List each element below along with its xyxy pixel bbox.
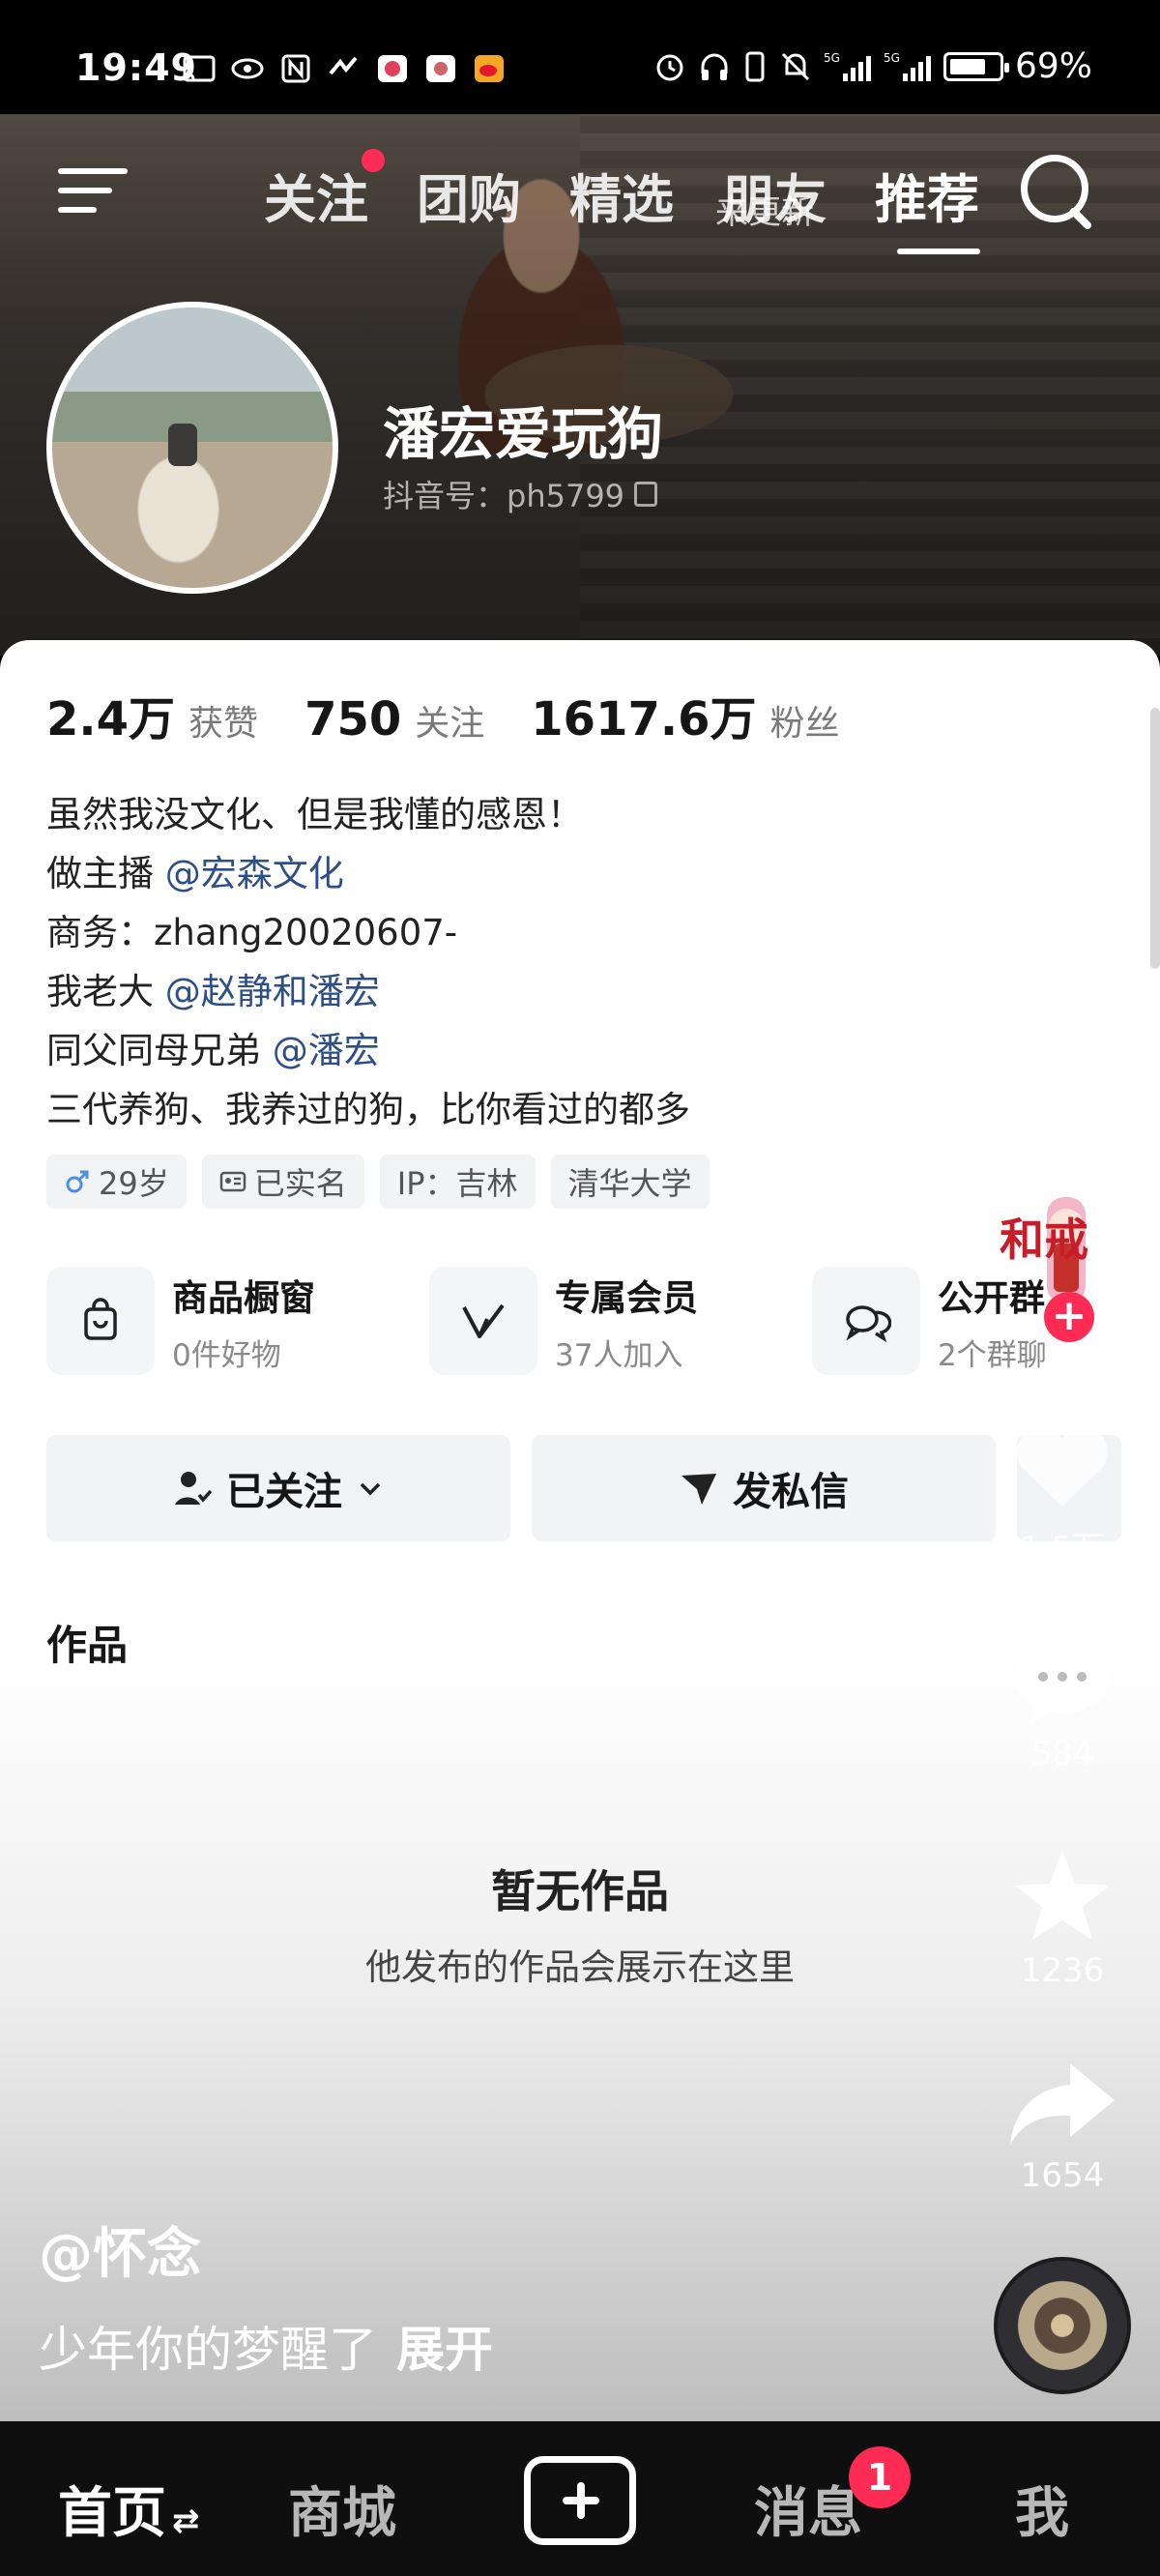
app-icon bbox=[378, 55, 407, 82]
nfc-icon bbox=[281, 54, 310, 83]
swap-icon: ⇄ bbox=[172, 2502, 200, 2540]
cast-icon bbox=[183, 55, 216, 82]
svg-text:5G: 5G bbox=[884, 51, 900, 65]
copy-icon[interactable] bbox=[634, 482, 658, 507]
bottom-nav: 首页 ⇄ 商城 消息 1 我 bbox=[0, 2421, 1160, 2576]
signal-5g-icon: 5G bbox=[884, 51, 931, 81]
create-plus-button[interactable] bbox=[524, 2456, 636, 2545]
profile-tags: 29岁 已实名 IP：吉林 清华大学 bbox=[46, 1155, 710, 1209]
works-tab-title[interactable]: 作品 bbox=[46, 1613, 128, 1672]
status-bar: 19:49 5G 5G 69% bbox=[0, 0, 1160, 114]
alarm-icon bbox=[656, 54, 683, 80]
top-nav: 关注 团购 精选 朋友 推荐 来更新 bbox=[0, 135, 1160, 254]
status-right-icons: 5G 5G 69% bbox=[653, 46, 1092, 86]
signal-5g-icon: 5G bbox=[824, 51, 871, 81]
star-icon bbox=[1015, 1851, 1110, 1940]
profile-features: 商品橱窗 0件好物 专属会员 37人加入 公开群 2个群聊 bbox=[46, 1267, 1141, 1375]
profile-card: 2.4万 获赞 750 关注 1617.6万 粉丝 虽然我没文化、但是我懂的感恩… bbox=[0, 640, 1160, 2421]
profile-avatar[interactable] bbox=[46, 302, 338, 594]
menu-icon[interactable] bbox=[56, 155, 133, 232]
share-button[interactable]: 1654 bbox=[1000, 2060, 1125, 2195]
nav-mall[interactable]: 商城 bbox=[288, 2470, 396, 2548]
tag-school[interactable]: 清华大学 bbox=[550, 1155, 710, 1209]
feed-tabs: 关注 团购 精选 朋友 推荐 bbox=[240, 149, 1003, 254]
nav-messages[interactable]: 消息 bbox=[754, 2470, 862, 2548]
wave-icon bbox=[329, 56, 358, 75]
shopping-bag-icon bbox=[84, 1298, 117, 1340]
share-arrow-icon bbox=[1010, 2064, 1115, 2145]
paper-plane-icon bbox=[682, 1474, 716, 1505]
douyin-id-text: 抖音号：ph5799 bbox=[383, 478, 625, 514]
tab-following[interactable]: 关注 bbox=[240, 149, 392, 233]
empty-works-subtitle: 他发布的作品会展示在这里 bbox=[365, 1947, 795, 1988]
svg-text:5G: 5G bbox=[824, 51, 840, 65]
battery-icon bbox=[942, 51, 1009, 81]
video-caption: 少年你的梦醒了 展开 bbox=[39, 2322, 493, 2378]
profile-stats: 2.4万 获赞 750 关注 1617.6万 粉丝 bbox=[46, 681, 886, 748]
chevron-down-icon bbox=[360, 1482, 381, 1496]
expand-button[interactable]: 展开 bbox=[396, 2322, 493, 2378]
tab-featured[interactable]: 精选 bbox=[545, 157, 698, 233]
update-hint: 来更新 bbox=[715, 193, 814, 232]
male-icon bbox=[66, 1170, 89, 1193]
bio-line: 商务：zhang20020607- bbox=[46, 912, 458, 953]
mute-icon bbox=[781, 52, 810, 80]
id-card-icon bbox=[219, 1171, 246, 1192]
bio-line: 我老大 @赵静和潘宏 bbox=[46, 971, 380, 1012]
music-disc[interactable] bbox=[994, 2257, 1131, 2394]
stat-followers[interactable]: 1617.6万 粉丝 bbox=[531, 681, 839, 748]
tag-age: 29岁 bbox=[46, 1155, 187, 1209]
send-message-button[interactable]: 发私信 bbox=[532, 1435, 996, 1541]
tag-verified: 已实名 bbox=[201, 1155, 364, 1209]
douyin-id[interactable]: 抖音号：ph5799 bbox=[383, 472, 658, 516]
svg-text:和戒: 和戒 bbox=[1000, 1214, 1088, 1266]
tab-group-buy[interactable]: 团购 bbox=[392, 157, 545, 233]
video-author[interactable]: @怀念 bbox=[39, 2210, 201, 2289]
profile-nickname: 潘宏爱玩狗 bbox=[383, 401, 664, 467]
headphones-icon bbox=[701, 53, 728, 80]
stat-following[interactable]: 750 关注 bbox=[304, 692, 484, 746]
comment-icon bbox=[1016, 1640, 1109, 1723]
bio-line: 同父同母兄弟 @潘宏 bbox=[46, 1030, 380, 1071]
creator-avatar[interactable]: 和戒 + bbox=[994, 1187, 1139, 1342]
nav-home[interactable]: 首页 ⇄ bbox=[58, 2470, 200, 2548]
messages-badge: 1 bbox=[849, 2446, 911, 2508]
tag-ip: IP：吉林 bbox=[379, 1155, 536, 1209]
mention-link[interactable]: @宏森文化 bbox=[165, 853, 344, 894]
status-left-icons bbox=[182, 52, 507, 85]
feature-shop-window[interactable]: 商品橱窗 0件好物 bbox=[46, 1267, 375, 1375]
bio-line: 三代养狗、我养过的狗，比你看过的都多 bbox=[46, 1089, 690, 1130]
app-icon bbox=[426, 55, 455, 82]
stat-likes[interactable]: 2.4万 获赞 bbox=[46, 681, 258, 748]
mention-link[interactable]: @赵静和潘宏 bbox=[165, 971, 380, 1012]
follow-plus-button[interactable]: + bbox=[1044, 1292, 1094, 1342]
favorite-button[interactable]: 1236 bbox=[1000, 1847, 1125, 1990]
profile-bio: 虽然我没文化、但是我懂的感恩！ 做主播 @宏森文化 商务：zhang200206… bbox=[46, 785, 690, 1139]
eye-icon bbox=[231, 58, 264, 79]
followed-button[interactable]: 已关注 bbox=[46, 1435, 510, 1541]
scrollbar[interactable] bbox=[1150, 708, 1160, 969]
mention-link[interactable]: @潘宏 bbox=[273, 1030, 380, 1071]
group-chat-icon bbox=[846, 1305, 891, 1343]
vibrate-icon bbox=[745, 51, 765, 81]
empty-works-title: 暂无作品 bbox=[491, 1865, 669, 1917]
weibo-icon bbox=[475, 55, 504, 82]
tab-recommended[interactable]: 推荐 bbox=[851, 157, 1003, 254]
like-button[interactable]: 1.5万 bbox=[1000, 1421, 1125, 1569]
vip-icon bbox=[462, 1303, 505, 1338]
comment-button[interactable]: 584 bbox=[1000, 1634, 1125, 1773]
nav-me[interactable]: 我 bbox=[1015, 2470, 1069, 2548]
battery-percent: 69% bbox=[1014, 46, 1092, 86]
user-check-icon bbox=[175, 1472, 213, 1505]
action-buttons: 已关注 发私信 bbox=[46, 1435, 1121, 1541]
feature-membership[interactable]: 专属会员 37人加入 bbox=[429, 1267, 758, 1375]
bio-line: 虽然我没文化、但是我懂的感恩！ bbox=[46, 794, 583, 835]
bio-line: 做主播 @宏森文化 bbox=[46, 853, 344, 894]
new-dot bbox=[362, 149, 385, 172]
search-icon[interactable] bbox=[1017, 151, 1098, 232]
heart-icon bbox=[1016, 1427, 1109, 1507]
status-time: 19:49 bbox=[75, 46, 197, 89]
